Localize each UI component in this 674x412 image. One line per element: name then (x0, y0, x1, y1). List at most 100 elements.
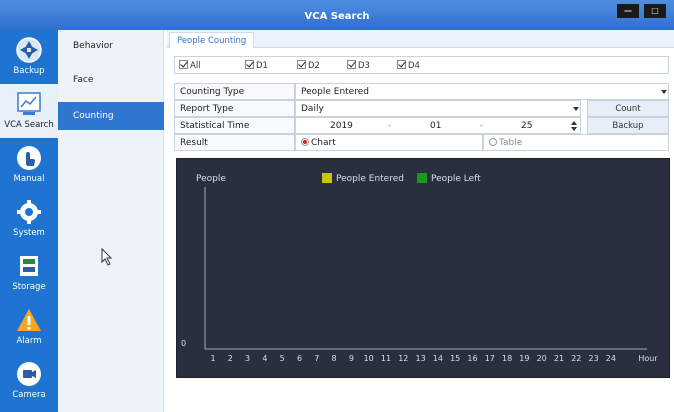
manual-icon (17, 146, 41, 170)
chart-svg: People01 2 3 4 5 6 7 8 9 10 11 12 13 14 15 16 17 18 19 20 21… (181, 173, 658, 363)
content-panel: People Counting All D1 D2 D3 D4 Counting… (167, 30, 674, 412)
x-tick-label: 24 (606, 354, 616, 363)
count-button[interactable]: Count (587, 100, 669, 117)
checkbox-d3[interactable]: D3 (347, 60, 370, 72)
x-tick-label: 9 (349, 354, 354, 363)
chevron-down-icon (661, 90, 667, 94)
select-counting-type[interactable]: People Entered (295, 83, 669, 100)
vca-submenu: Behavior Face Counting (58, 30, 164, 412)
x-tick-label: 4 (262, 354, 267, 363)
x-tick-label: 20 (537, 354, 547, 363)
x-tick-label: 13 (416, 354, 426, 363)
x-tick-label: 3 (245, 354, 250, 363)
legend-label: People Left (431, 174, 481, 184)
radio-chart[interactable]: Chart (295, 134, 483, 151)
row-result: Result Chart Table (174, 134, 669, 151)
radio-table[interactable]: Table (483, 134, 669, 151)
nav-label: Camera (12, 390, 46, 400)
date-separator: - (480, 121, 484, 131)
row-report-type: Report Type Daily Count (174, 100, 669, 117)
date-year[interactable]: 2019 (330, 118, 353, 135)
checkbox-check-icon (297, 60, 306, 69)
backup-icon (16, 37, 42, 63)
channel-selector: All D1 D2 D3 D4 (174, 56, 669, 74)
x-tick-label: 19 (519, 354, 529, 363)
checkbox-all[interactable]: All (179, 60, 201, 72)
label-report-type: Report Type (174, 100, 295, 117)
select-report-type[interactable]: Daily (295, 100, 581, 117)
legend-swatch (322, 173, 332, 183)
x-tick-label: 6 (297, 354, 302, 363)
mouse-cursor-icon (101, 248, 113, 266)
checkbox-d4[interactable]: D4 (397, 60, 420, 72)
submenu-item-face[interactable]: Face (58, 66, 164, 94)
checkbox-d2[interactable]: D2 (297, 60, 320, 72)
row-statistical-time: Statistical Time 2019 - 01 - 25 Backup (174, 117, 669, 134)
nav-label: Alarm (16, 336, 42, 346)
tab-people-counting[interactable]: People Counting (169, 32, 255, 48)
nav-item-camera[interactable]: Camera (0, 354, 58, 408)
nav-item-vca-search[interactable]: VCA Search (0, 84, 58, 138)
x-tick-label: 21 (554, 354, 564, 363)
x-tick-label: 12 (398, 354, 408, 363)
x-tick-label: 5 (280, 354, 285, 363)
checkbox-check-icon (347, 60, 356, 69)
submenu-item-behavior[interactable]: Behavior (58, 32, 164, 60)
chevron-down-icon (573, 107, 579, 111)
x-tick-label: 17 (485, 354, 495, 363)
nav-item-system[interactable]: System (0, 192, 58, 246)
nav-label: VCA Search (4, 120, 54, 130)
nav-label: Storage (12, 282, 46, 292)
x-tick-label: 2 (228, 354, 233, 363)
radio-unselected-icon (489, 138, 497, 146)
camera-icon (17, 362, 41, 386)
storage-icon (20, 256, 38, 276)
minimize-button[interactable]: — (617, 4, 639, 18)
x-tick-label: 15 (450, 354, 460, 363)
x-tick-label: 22 (571, 354, 581, 363)
date-picker[interactable]: 2019 - 01 - 25 (295, 117, 581, 134)
legend-swatch (417, 173, 427, 183)
radio-selected-icon (301, 138, 309, 146)
checkbox-check-icon (179, 60, 188, 69)
footer-blank (176, 380, 670, 410)
nav-label: Manual (13, 174, 45, 184)
nav-item-alarm[interactable]: Alarm (0, 300, 58, 354)
maximize-button[interactable]: □ (644, 4, 666, 18)
x-tick-label: 14 (433, 354, 443, 363)
tab-bar: People Counting (167, 30, 674, 48)
legend-label: People Entered (336, 174, 404, 184)
y-tick-label: 0 (181, 339, 186, 348)
checkbox-check-icon (397, 60, 406, 69)
nav-item-storage[interactable]: Storage (0, 246, 58, 300)
x-axis-label: Hour (638, 354, 658, 363)
nav-item-manual[interactable]: Manual (0, 138, 58, 192)
x-tick-label: 8 (332, 354, 337, 363)
nav-label: Backup (13, 66, 45, 76)
label-counting-type: Counting Type (174, 83, 295, 100)
x-tick-label: 16 (467, 354, 477, 363)
spinner-icon[interactable] (571, 121, 577, 131)
date-month[interactable]: 01 (430, 118, 441, 135)
date-day[interactable]: 25 (521, 118, 532, 135)
nav-label: System (13, 228, 45, 238)
x-tick-label: 10 (364, 354, 374, 363)
vca-search-icon (17, 92, 41, 115)
main-nav: Backup VCA Search Manual System Storage (0, 30, 58, 412)
submenu-item-counting[interactable]: Counting (58, 102, 164, 130)
alarm-icon (17, 309, 41, 331)
nav-item-backup[interactable]: Backup (0, 30, 58, 84)
window-title: VCA Search (304, 11, 370, 22)
backup-button[interactable]: Backup (587, 117, 669, 134)
x-tick-label: 7 (314, 354, 319, 363)
x-tick-label: 1 (210, 354, 215, 363)
x-tick-label: 23 (589, 354, 599, 363)
row-counting-type: Counting Type People Entered (174, 83, 669, 100)
y-axis-label: People (196, 174, 226, 184)
checkbox-check-icon (245, 60, 254, 69)
x-tick-label: 18 (502, 354, 512, 363)
gear-icon (17, 200, 41, 224)
label-statistical-time: Statistical Time (174, 117, 295, 134)
checkbox-d1[interactable]: D1 (245, 60, 268, 72)
label-result: Result (174, 134, 295, 151)
